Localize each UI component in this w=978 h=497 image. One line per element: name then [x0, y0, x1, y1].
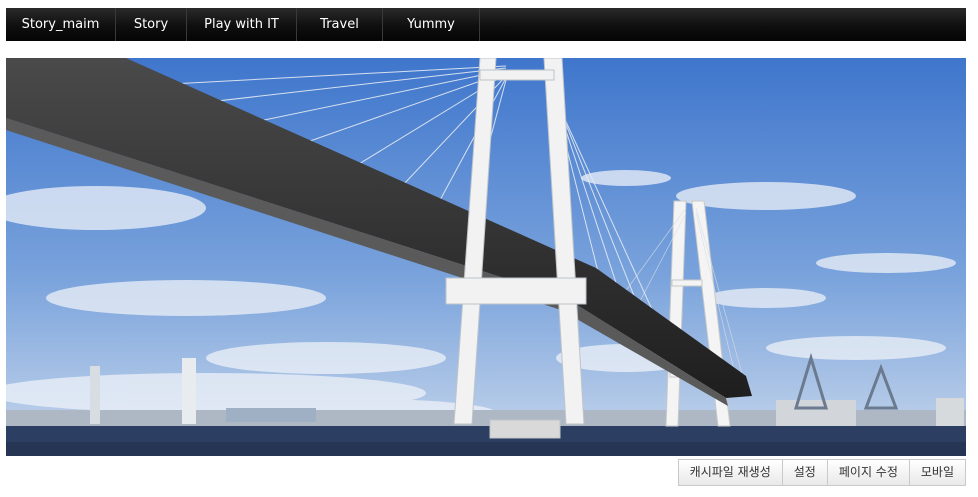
nav-item-travel[interactable]: Travel: [297, 8, 383, 41]
regenerate-cache-button[interactable]: 캐시파일 재생성: [677, 459, 783, 486]
nav-item-yummy[interactable]: Yummy: [383, 8, 480, 41]
nav-item-play-with-it[interactable]: Play with IT: [187, 8, 297, 41]
nav-item-story[interactable]: Story: [116, 8, 187, 41]
mobile-button[interactable]: 모바일: [909, 459, 966, 486]
footer-toolbar: 캐시파일 재생성 설정 페이지 수정 모바일: [677, 459, 966, 486]
image-slider[interactable]: [6, 58, 966, 456]
settings-button[interactable]: 설정: [782, 459, 828, 486]
nav-item-story-maim[interactable]: Story_maim: [6, 8, 116, 41]
bridge-photo: [6, 58, 966, 456]
top-navigation: Story_maim Story Play with IT Travel Yum…: [6, 8, 966, 41]
edit-page-button[interactable]: 페이지 수정: [827, 459, 910, 486]
